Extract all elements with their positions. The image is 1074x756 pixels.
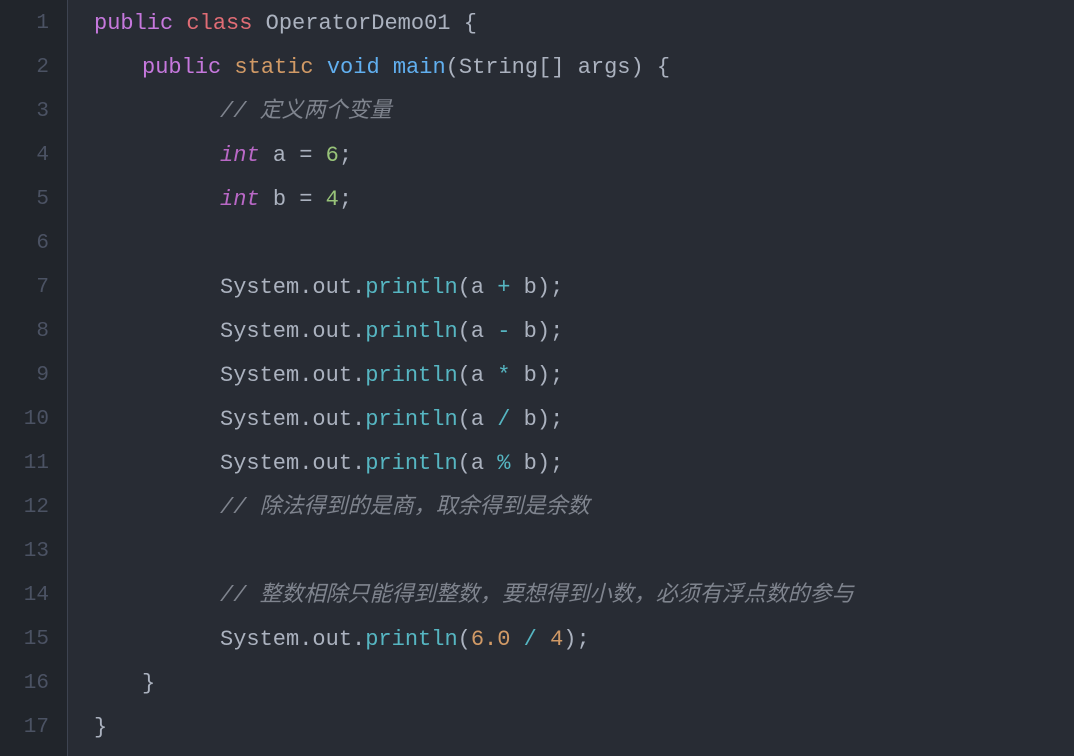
semicolon: ; [339,135,352,178]
out-field: out [312,619,352,662]
number-literal: 6.0 [471,619,511,662]
println-method: println [365,399,457,442]
code-line[interactable]: // 除法得到的是商，取余得到是余数 [94,486,1074,530]
keyword-void: void [327,47,380,90]
keyword-int: int [220,135,260,178]
line-number: 17 [0,706,49,750]
system-class: System [220,267,299,310]
out-field: out [312,443,352,486]
system-class: System [220,399,299,442]
code-line[interactable]: } [94,706,1074,750]
brace-open: { [464,3,477,46]
keyword-public: public [142,47,221,90]
keyword-public: public [94,3,173,46]
system-class: System [220,355,299,398]
operator-multiply: * [497,355,510,398]
comment: // 定义两个变量 [220,91,392,134]
println-method: println [365,311,457,354]
code-line[interactable]: int a = 6; [94,134,1074,178]
code-line[interactable]: System.out.println(a / b); [94,398,1074,442]
number-literal: 6 [326,135,339,178]
code-line-empty[interactable] [94,530,1074,574]
line-number: 2 [0,46,49,90]
method-main: main [393,47,446,90]
out-field: out [312,267,352,310]
line-number: 8 [0,310,49,354]
line-number: 7 [0,266,49,310]
semicolon: ; [339,179,352,222]
keyword-class: class [186,3,252,46]
paren-open: ( [446,47,459,90]
comment: // 整数相除只能得到整数，要想得到小数，必须有浮点数的参与 [220,575,854,618]
out-field: out [312,355,352,398]
code-editor: 1 2 3 4 5 6 7 8 9 10 11 12 13 14 15 16 1… [0,0,1074,756]
code-line-empty[interactable] [94,222,1074,266]
code-line[interactable]: System.out.println(6.0 / 4); [94,618,1074,662]
operator-minus: - [497,311,510,354]
code-line[interactable]: System.out.println(a - b); [94,310,1074,354]
line-number: 10 [0,398,49,442]
operator-plus: + [497,267,510,310]
println-method: println [365,619,457,662]
line-number: 9 [0,354,49,398]
println-method: println [365,443,457,486]
keyword-int: int [220,179,260,222]
code-line[interactable]: System.out.println(a * b); [94,354,1074,398]
line-number: 3 [0,90,49,134]
out-field: out [312,399,352,442]
comment: // 除法得到的是商，取余得到是余数 [220,487,590,530]
number-literal: 4 [326,179,339,222]
println-method: println [365,355,457,398]
brace-open: { [657,47,670,90]
number-literal: 4 [550,619,563,662]
system-class: System [220,443,299,486]
line-number: 16 [0,662,49,706]
code-line[interactable]: public static void main(String[] args) { [94,46,1074,90]
operator-divide: / [524,619,537,662]
code-area[interactable]: public class OperatorDemo01 { public sta… [68,0,1074,756]
line-number: 6 [0,222,49,266]
operator-assign: = [299,179,312,222]
code-line[interactable]: public class OperatorDemo01 { [94,2,1074,46]
operator-assign: = [299,135,312,178]
brace-close: } [142,663,155,706]
line-number: 5 [0,178,49,222]
line-number: 4 [0,134,49,178]
variable-a: a [273,135,286,178]
code-line[interactable]: } [94,662,1074,706]
line-number-gutter: 1 2 3 4 5 6 7 8 9 10 11 12 13 14 15 16 1… [0,0,68,756]
variable-b: b [273,179,286,222]
println-method: println [365,267,457,310]
code-line[interactable]: int b = 4; [94,178,1074,222]
code-line[interactable]: // 整数相除只能得到整数，要想得到小数，必须有浮点数的参与 [94,574,1074,618]
line-number: 1 [0,2,49,46]
operator-divide: / [497,399,510,442]
code-line[interactable]: // 定义两个变量 [94,90,1074,134]
code-line[interactable]: System.out.println(a + b); [94,266,1074,310]
out-field: out [312,311,352,354]
system-class: System [220,619,299,662]
paren-close: ) [631,47,644,90]
class-name: OperatorDemo01 [266,3,451,46]
code-line[interactable]: System.out.println(a % b); [94,442,1074,486]
system-class: System [220,311,299,354]
param-name: args [578,47,631,90]
param-type: String[] [459,47,565,90]
line-number: 13 [0,530,49,574]
keyword-static: static [234,47,313,90]
line-number: 14 [0,574,49,618]
line-number: 15 [0,618,49,662]
brace-close: } [94,707,107,750]
operator-modulo: % [497,443,510,486]
line-number: 12 [0,486,49,530]
line-number: 11 [0,442,49,486]
